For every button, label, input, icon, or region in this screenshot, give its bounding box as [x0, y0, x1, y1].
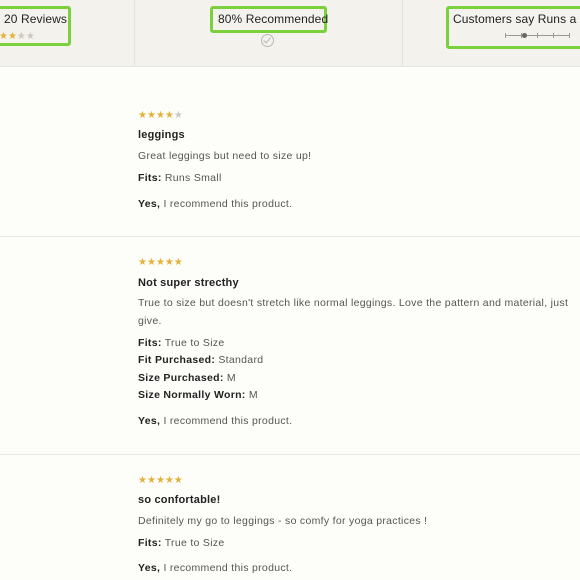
review-title: Not super strecthy	[138, 277, 239, 289]
review-divider	[0, 454, 580, 455]
recommend-text: I recommend this product.	[163, 562, 293, 574]
review-recommendation: Yes, I recommend this product.	[138, 415, 292, 427]
star-filled-icon: ★	[173, 475, 183, 486]
attribute-key: Size Purchased:	[138, 372, 224, 384]
review-rating-stars: ★★★★★	[138, 257, 183, 268]
review-rating-stars: ★★★★★	[138, 475, 183, 486]
star-filled-icon: ★	[173, 257, 183, 268]
review-rating-stars: ★★★★★	[138, 110, 183, 121]
attribute-value: True to Size	[164, 337, 225, 349]
review-body: give.	[138, 315, 162, 327]
review-body: Definitely my go to leggings - so comfy …	[138, 515, 428, 527]
star-filled-icon: ★	[138, 110, 147, 121]
attribute-value: Standard	[218, 354, 264, 366]
check-circle-icon	[261, 34, 274, 47]
attribute-value: True to Size	[164, 537, 225, 549]
star-empty-icon: ★	[25, 31, 35, 42]
fit-scale-marker	[522, 33, 527, 38]
fit-scale-tick	[505, 33, 506, 38]
review-recommendation: Yes, I recommend this product.	[138, 198, 292, 210]
review-attribute-fits: Fits: True to Size	[138, 537, 225, 549]
recommend-text: I recommend this product.	[163, 198, 293, 210]
fit-scale-tick	[553, 33, 554, 38]
review-attribute-fit-purchased: Fit Purchased: Standard	[138, 354, 263, 366]
recommend-yes: Yes,	[138, 415, 161, 427]
recommend-yes: Yes,	[138, 198, 161, 210]
attribute-value: Runs Small	[164, 172, 222, 184]
attribute-key: Fit Purchased:	[138, 354, 216, 366]
star-filled-icon: ★	[146, 475, 156, 486]
recommend-text: I recommend this product.	[163, 415, 293, 427]
review-body: True to size but doesn't stretch like no…	[138, 297, 569, 309]
star-filled-icon: ★	[138, 257, 147, 268]
star-filled-icon: ★	[155, 110, 165, 121]
summary-divider	[402, 0, 403, 66]
attribute-key: Fits:	[138, 537, 162, 549]
star-filled-icon: ★	[146, 110, 156, 121]
attribute-key: Fits:	[138, 337, 162, 349]
recommended-label: 80% Recommended	[218, 12, 329, 26]
review-attribute-fits: Fits: Runs Small	[138, 172, 222, 184]
attribute-key: Fits:	[138, 172, 162, 184]
attribute-value: M	[248, 389, 258, 401]
review-divider	[0, 236, 580, 237]
fit-scale	[505, 33, 570, 38]
review-title: so confortable!	[138, 494, 221, 506]
star-filled-icon: ★	[155, 475, 165, 486]
star-filled-icon: ★	[146, 257, 156, 268]
review-title: leggings	[138, 129, 185, 141]
attribute-value: M	[226, 372, 236, 384]
reviews-count-label[interactable]: 20 Reviews	[4, 12, 67, 26]
fit-scale-tick	[569, 33, 570, 38]
review-attribute-size-purchased: Size Purchased: M	[138, 372, 236, 384]
star-empty-icon: ★	[16, 31, 26, 42]
star-filled-icon: ★	[164, 110, 174, 121]
review-attribute-size-worn: Size Normally Worn: M	[138, 389, 258, 401]
star-filled-icon: ★	[0, 31, 8, 42]
star-filled-icon: ★	[138, 475, 147, 486]
star-filled-icon: ★	[164, 475, 174, 486]
fit-summary-label: Customers say Runs a litt	[453, 12, 580, 26]
star-filled-icon: ★	[7, 31, 17, 42]
summary-divider	[134, 0, 135, 66]
attribute-key: Size Normally Worn:	[138, 389, 246, 401]
review-recommendation: Yes, I recommend this product.	[138, 562, 292, 574]
recommend-yes: Yes,	[138, 562, 161, 574]
star-empty-icon: ★	[173, 110, 183, 121]
fit-scale-tick	[537, 33, 538, 38]
star-filled-icon: ★	[155, 257, 165, 268]
review-body: Great leggings but need to size up!	[138, 150, 312, 162]
star-filled-icon: ★	[164, 257, 174, 268]
review-attribute-fits: Fits: True to Size	[138, 337, 225, 349]
review-summary-bar: 20 Reviews ★★★★★ 80% Recommended Custome…	[0, 0, 580, 67]
average-rating-stars: ★★★★★	[0, 31, 35, 42]
